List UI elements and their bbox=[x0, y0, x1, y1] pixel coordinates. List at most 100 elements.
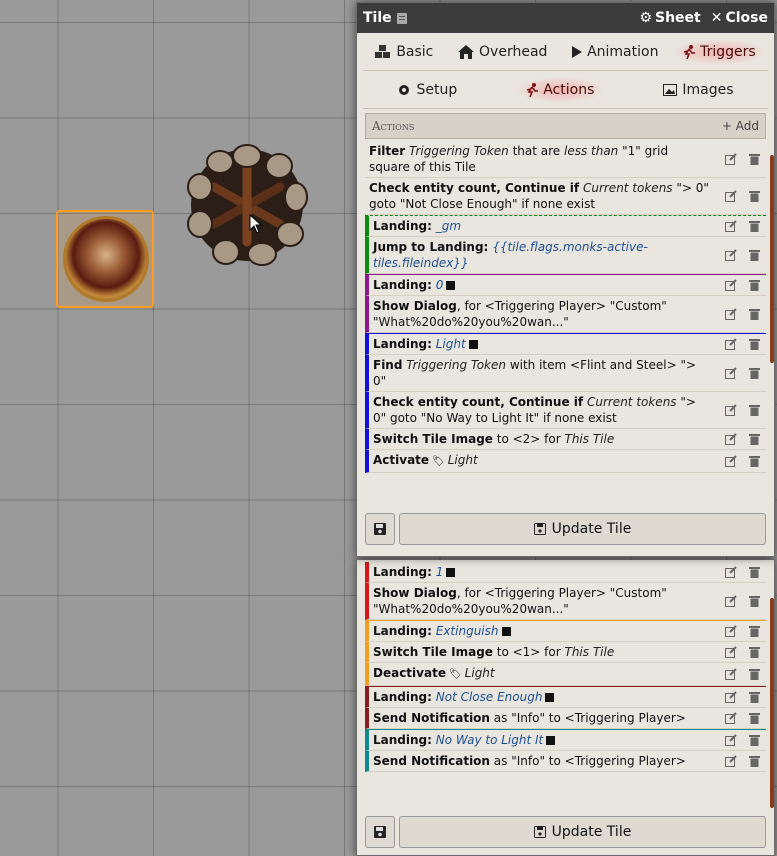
row-controls bbox=[725, 249, 760, 261]
action-text-part: less than bbox=[563, 144, 619, 158]
sheet-button[interactable]: ⚙ Sheet bbox=[639, 10, 700, 26]
action-row[interactable]: Check entity count, Continue if Current … bbox=[365, 178, 766, 215]
action-row[interactable]: Landing: _gm bbox=[365, 215, 766, 237]
tab-actions[interactable]: Actions bbox=[518, 77, 603, 102]
campfire-tile[interactable] bbox=[184, 142, 310, 268]
trash-icon[interactable] bbox=[749, 625, 760, 637]
document-icon bbox=[396, 12, 408, 25]
trash-icon[interactable] bbox=[749, 668, 760, 680]
trash-icon[interactable] bbox=[749, 734, 760, 746]
trash-icon[interactable] bbox=[749, 646, 760, 658]
add-action-button[interactable]: + Add bbox=[722, 119, 759, 133]
token-portrait[interactable] bbox=[56, 210, 154, 308]
edit-icon[interactable] bbox=[725, 190, 737, 202]
row-controls bbox=[725, 625, 760, 637]
action-text: Check entity count, Continue if Current … bbox=[373, 394, 710, 426]
action-row[interactable]: Jump to Landing: {{tile.flags.monks-acti… bbox=[365, 237, 766, 274]
action-row[interactable]: Landing: Light bbox=[365, 333, 766, 355]
trash-icon[interactable] bbox=[749, 367, 760, 379]
tab-animation[interactable]: Animation bbox=[564, 40, 666, 64]
edit-icon[interactable] bbox=[725, 279, 737, 291]
trash-icon[interactable] bbox=[749, 153, 760, 165]
edit-icon[interactable] bbox=[725, 625, 737, 637]
edit-icon[interactable] bbox=[725, 455, 737, 467]
action-text-part: _gm bbox=[435, 219, 462, 233]
edit-icon[interactable] bbox=[725, 367, 737, 379]
action-row[interactable]: Switch Tile Image to <2> for This Tile bbox=[365, 429, 766, 450]
action-row[interactable]: Landing: Extinguish bbox=[365, 620, 766, 642]
action-text-part: Switch Tile Image bbox=[373, 645, 493, 659]
actions-list[interactable]: Landing: 1 Show Dialog, for <Triggering P… bbox=[365, 562, 766, 808]
trash-icon[interactable] bbox=[749, 338, 760, 350]
edit-icon[interactable] bbox=[725, 595, 737, 607]
play-icon bbox=[572, 45, 583, 58]
trash-icon[interactable] bbox=[749, 595, 760, 607]
edit-icon[interactable] bbox=[725, 755, 737, 767]
tab-overhead[interactable]: Overhead bbox=[450, 40, 555, 64]
action-row[interactable]: Check entity count, Continue if Current … bbox=[365, 392, 766, 429]
action-text-part: This Tile bbox=[564, 432, 615, 446]
cubes-icon bbox=[375, 44, 391, 59]
trash-icon[interactable] bbox=[749, 190, 760, 202]
action-text-part: as "Info" to <Triggering Player> bbox=[489, 711, 686, 725]
tab-triggers[interactable]: Triggers bbox=[675, 39, 764, 64]
trash-icon[interactable] bbox=[749, 455, 760, 467]
edit-icon[interactable] bbox=[725, 404, 737, 416]
window-header[interactable]: Tile ⚙ Sheet ✕ Close bbox=[357, 3, 774, 33]
close-button[interactable]: ✕ Close bbox=[711, 10, 768, 26]
trash-icon[interactable] bbox=[749, 691, 760, 703]
action-row[interactable]: Deactivate 🏷 Light bbox=[365, 663, 766, 686]
update-tile-button[interactable]: Update Tile bbox=[399, 513, 766, 545]
edit-icon[interactable] bbox=[725, 712, 737, 724]
scrollbar[interactable] bbox=[770, 598, 774, 808]
action-row[interactable]: Show Dialog, for <Triggering Player> "Cu… bbox=[365, 583, 766, 620]
actions-title: Actions bbox=[372, 119, 415, 133]
trash-icon[interactable] bbox=[749, 308, 760, 320]
scrollbar[interactable] bbox=[770, 155, 774, 363]
trash-icon[interactable] bbox=[749, 279, 760, 291]
trash-icon[interactable] bbox=[749, 755, 760, 767]
action-row[interactable]: Activate 🏷 Light bbox=[365, 450, 766, 473]
action-row[interactable]: Find Triggering Token with item <Flint a… bbox=[365, 355, 766, 392]
edit-icon[interactable] bbox=[725, 691, 737, 703]
action-row[interactable]: Filter Triggering Token that are less th… bbox=[365, 141, 766, 178]
image-icon bbox=[663, 83, 678, 96]
trash-icon[interactable] bbox=[749, 220, 760, 232]
action-text: Send Notification as "Info" to <Triggeri… bbox=[373, 753, 710, 769]
edit-icon[interactable] bbox=[725, 566, 737, 578]
trash-icon[interactable] bbox=[749, 712, 760, 724]
action-row[interactable]: Send Notification as "Info" to <Triggeri… bbox=[365, 708, 766, 729]
edit-icon[interactable] bbox=[725, 249, 737, 261]
tab-basic[interactable]: Basic bbox=[367, 40, 441, 64]
action-row[interactable]: Show Dialog, for <Triggering Player> "Cu… bbox=[365, 296, 766, 333]
action-row[interactable]: Landing: 0 bbox=[365, 274, 766, 296]
save-button[interactable] bbox=[365, 513, 395, 545]
save-button[interactable] bbox=[365, 816, 395, 848]
edit-icon[interactable] bbox=[725, 220, 737, 232]
actions-list[interactable]: Filter Triggering Token that are less th… bbox=[365, 141, 766, 491]
action-row[interactable]: Landing: 1 bbox=[365, 562, 766, 583]
edit-icon[interactable] bbox=[725, 433, 737, 445]
edit-icon[interactable] bbox=[725, 153, 737, 165]
trash-icon[interactable] bbox=[749, 433, 760, 445]
update-tile-button[interactable]: Update Tile bbox=[399, 816, 766, 848]
action-text-part: to <2> for bbox=[492, 432, 565, 446]
tab-setup[interactable]: Setup bbox=[389, 78, 465, 102]
edit-icon[interactable] bbox=[725, 646, 737, 658]
action-row[interactable]: Landing: No Way to Light It bbox=[365, 729, 766, 751]
tab-images[interactable]: Images bbox=[655, 78, 741, 102]
edit-icon[interactable] bbox=[725, 338, 737, 350]
action-text: Landing: 0 bbox=[373, 277, 710, 293]
trash-icon[interactable] bbox=[749, 566, 760, 578]
row-controls bbox=[725, 566, 760, 578]
edit-icon[interactable] bbox=[725, 668, 737, 680]
edit-icon[interactable] bbox=[725, 734, 737, 746]
trash-icon[interactable] bbox=[749, 404, 760, 416]
action-row[interactable]: Send Notification as "Info" to <Triggeri… bbox=[365, 751, 766, 772]
edit-icon[interactable] bbox=[725, 308, 737, 320]
tab-label: Images bbox=[682, 81, 734, 98]
row-controls bbox=[725, 712, 760, 724]
action-row[interactable]: Switch Tile Image to <1> for This Tile bbox=[365, 642, 766, 663]
action-row[interactable]: Landing: Not Close Enough bbox=[365, 686, 766, 708]
trash-icon[interactable] bbox=[749, 249, 760, 261]
